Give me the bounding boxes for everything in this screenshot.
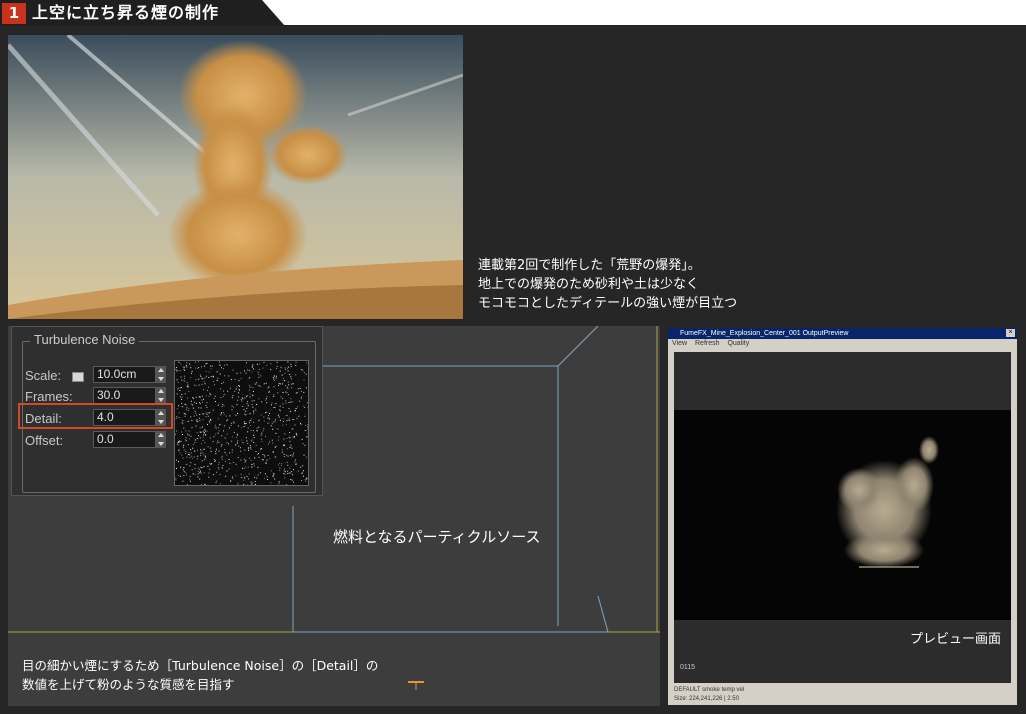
section-title: 上空に立ち昇る煙の制作 — [32, 3, 220, 22]
frames-spinner-arrows[interactable] — [156, 387, 166, 404]
photo-caption-line: 連載第2回で制作した「荒野の爆発」。 — [478, 258, 701, 273]
explosion-reference-photo — [8, 35, 463, 319]
preview-window-title: FumeFX_Mine_Explosion_Center_001 OutputP… — [680, 330, 849, 337]
frames-label: Frames: — [25, 389, 73, 404]
viewport-caption-line: 目の細かい煙にするため［Turbulence Noise］の［Detail］の — [22, 658, 379, 673]
scale-spinner-arrows[interactable] — [156, 366, 166, 383]
preview-caption: プレビュー画面 — [909, 632, 1001, 647]
output-preview-window: FumeFX_Mine_Explosion_Center_001 OutputP… — [668, 328, 1017, 705]
offset-spinner-input[interactable]: 0.0 — [93, 431, 156, 448]
frame-number: 0115 — [680, 664, 696, 671]
offset-spinner-arrows[interactable] — [156, 431, 166, 448]
photo-caption-line: 地上での爆発のため砂利や土は少なく — [478, 277, 700, 292]
close-icon[interactable]: × — [1006, 329, 1015, 337]
group-title: Turbulence Noise — [30, 332, 140, 347]
smoke-plume — [836, 436, 939, 568]
menu-quality[interactable]: Quality — [727, 340, 749, 347]
offset-label: Offset: — [25, 433, 64, 448]
viewport-caption: 目の細かい煙にするため［Turbulence Noise］の［Detail］の … — [22, 656, 378, 694]
noise-preview-thumbnail — [174, 360, 309, 486]
map-button[interactable] — [72, 372, 84, 382]
particle-caption: 燃料となるパーティクルソース — [333, 528, 541, 546]
preview-window-titlebar[interactable]: FumeFX_Mine_Explosion_Center_001 OutputP… — [668, 328, 1017, 339]
photo-caption: 連載第2回で制作した「荒野の爆発」。 地上での爆発のため砂利や土は少なく モコモ… — [478, 256, 737, 313]
preview-render-area — [674, 410, 1011, 620]
detail-highlight-box — [18, 403, 173, 429]
scale-spinner-input[interactable]: 10.0cm — [93, 366, 156, 383]
section-header: 1 上空に立ち昇る煙の制作 — [0, 0, 1026, 27]
preview-status-bar: DEFAULT smoke temp vel Size: 224,241,226… — [674, 686, 744, 704]
menu-refresh[interactable]: Refresh — [695, 340, 720, 347]
preview-menu-bar: View Refresh Quality — [672, 340, 749, 347]
photo-caption-line: モコモコとしたディテールの強い煙が目立つ — [478, 296, 738, 311]
menu-view[interactable]: View — [672, 340, 687, 347]
viewport-caption-line: 数値を上げて粉のような質感を目指す — [22, 677, 235, 692]
scale-label: Scale: — [25, 368, 62, 383]
status-line: DEFAULT smoke temp vel — [674, 687, 745, 693]
section-number-badge: 1 — [2, 3, 26, 24]
frames-spinner-input[interactable]: 30.0 — [93, 387, 156, 404]
status-line: Size: 224,241,226 | 2.50 — [674, 696, 739, 702]
